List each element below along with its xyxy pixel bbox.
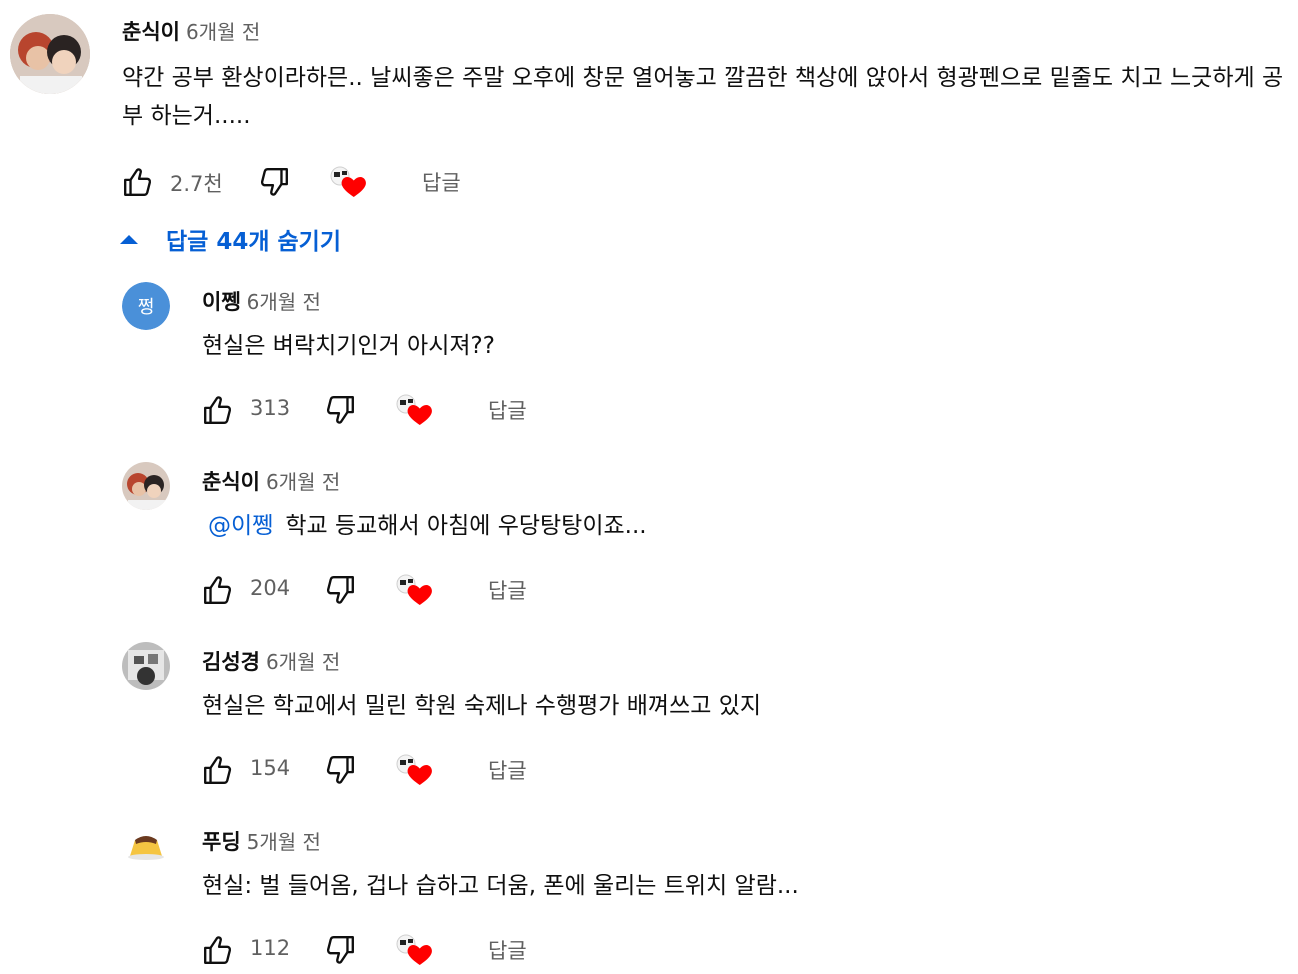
comment-text: 현실: 벌 들어옴, 겁나 습하고 더움, 폰에 울리는 트위치 알람...: [202, 873, 799, 899]
comment-timestamp[interactable]: 6개월 전: [266, 650, 340, 674]
thumbs-down-icon: [326, 576, 354, 604]
creator-heart-icon: [396, 394, 432, 425]
comment-text: 약간 공부 환상이라하믄.. 날씨좋은 주말 오후에 창문 열어놓고 깔끔한 책…: [122, 65, 1284, 129]
thumbs-up-icon: [124, 168, 152, 196]
avatar[interactable]: [122, 462, 170, 510]
reply-button[interactable]: 답글: [488, 935, 527, 965]
reply-comment: 춘식이 6개월 전 @이쩽 학교 등교해서 아침에 우당탕탕이죠... 204 답글: [0, 450, 1298, 630]
comment-text: @이쩽 학교 등교해서 아침에 우당탕탕이죠...: [208, 507, 647, 545]
comment-author[interactable]: 김성경: [202, 650, 260, 674]
comment-actions: 313 답글: [202, 390, 602, 430]
comment-actions: 2.7천 답글: [122, 162, 522, 202]
reply-button[interactable]: 답글: [422, 167, 461, 197]
thumbs-up-icon: [204, 576, 232, 604]
comment-author[interactable]: 춘식이: [202, 470, 260, 494]
comment-actions: 154 답글: [202, 750, 602, 790]
reply-button[interactable]: 답글: [488, 575, 527, 605]
like-count: 2.7천: [170, 172, 223, 196]
creator-heart-icon: [330, 166, 366, 197]
dislike-button[interactable]: [324, 570, 356, 610]
thumbs-down-icon: [326, 756, 354, 784]
reply-button[interactable]: 답글: [488, 395, 527, 425]
avatar[interactable]: [122, 642, 170, 690]
hide-replies-toggle[interactable]: 답글 44개 숨기기: [118, 222, 341, 256]
like-count: 154: [250, 756, 291, 780]
hide-replies-label: 답글 44개 숨기기: [166, 229, 341, 255]
dislike-button[interactable]: [324, 930, 356, 970]
thumbs-down-icon: [260, 168, 288, 196]
mention-link[interactable]: @이쩽: [208, 513, 273, 539]
creator-heart-badge: [394, 752, 436, 790]
avatar-letter: 쩡: [138, 297, 155, 318]
avatar[interactable]: 쩡: [122, 282, 170, 330]
creator-heart-badge: [394, 572, 436, 610]
pudding-icon: [122, 822, 170, 870]
like-button[interactable]: [202, 570, 234, 610]
dislike-button[interactable]: [324, 750, 356, 790]
dislike-button[interactable]: [324, 390, 356, 430]
like-button[interactable]: [122, 162, 154, 202]
reply-comment: 쩡 이쩽 6개월 전 현실은 벼락치기인거 아시져?? 313 답글: [0, 270, 1298, 450]
like-button[interactable]: [202, 930, 234, 970]
comment-timestamp[interactable]: 6개월 전: [186, 20, 260, 44]
caret-up-icon: [120, 235, 138, 244]
thumbs-down-icon: [326, 936, 354, 964]
comment-author[interactable]: 이쩽: [202, 290, 241, 314]
like-count: 112: [250, 936, 291, 960]
comment-actions: 112 답글: [202, 930, 602, 970]
comment-text-body: 학교 등교해서 아침에 우당탕탕이죠...: [285, 513, 647, 539]
reply-comment: 푸딩 5개월 전 현실: 벌 들어옴, 겁나 습하고 더움, 폰에 울리는 트위치…: [0, 810, 1298, 974]
creator-heart-badge: [328, 164, 370, 202]
comment-timestamp[interactable]: 5개월 전: [247, 830, 321, 854]
comment-text: 현실은 벼락치기인거 아시져??: [202, 333, 495, 359]
creator-heart-badge: [394, 392, 436, 430]
avatar[interactable]: [10, 14, 90, 94]
thumbs-up-icon: [204, 936, 232, 964]
comment-actions: 204 답글: [202, 570, 602, 610]
avatar[interactable]: [122, 822, 170, 870]
thumbs-down-icon: [326, 396, 354, 424]
thumbs-up-icon: [204, 756, 232, 784]
dislike-button[interactable]: [258, 162, 290, 202]
creator-heart-icon: [396, 934, 432, 965]
reply-comment: 김성경 6개월 전 현실은 학교에서 밀린 학원 숙제나 수행평가 배껴쓰고 있지…: [0, 630, 1298, 810]
creator-heart-badge: [394, 932, 436, 970]
reply-button[interactable]: 답글: [488, 755, 527, 785]
like-button[interactable]: [202, 390, 234, 430]
comment-author[interactable]: 춘식이: [122, 20, 180, 44]
like-button[interactable]: [202, 750, 234, 790]
like-count: 313: [250, 396, 291, 420]
comment-timestamp[interactable]: 6개월 전: [266, 470, 340, 494]
comment-timestamp[interactable]: 6개월 전: [247, 290, 321, 314]
top-comment: 춘식이 6개월 전 약간 공부 환상이라하믄.. 날씨좋은 주말 오후에 창문 열…: [0, 0, 1298, 210]
creator-heart-icon: [396, 754, 432, 785]
comment-text: 현실은 학교에서 밀린 학원 숙제나 수행평가 배껴쓰고 있지: [202, 693, 762, 719]
thumbs-up-icon: [204, 396, 232, 424]
comment-author[interactable]: 푸딩: [202, 830, 241, 854]
creator-heart-icon: [396, 574, 432, 605]
like-count: 204: [250, 576, 291, 600]
